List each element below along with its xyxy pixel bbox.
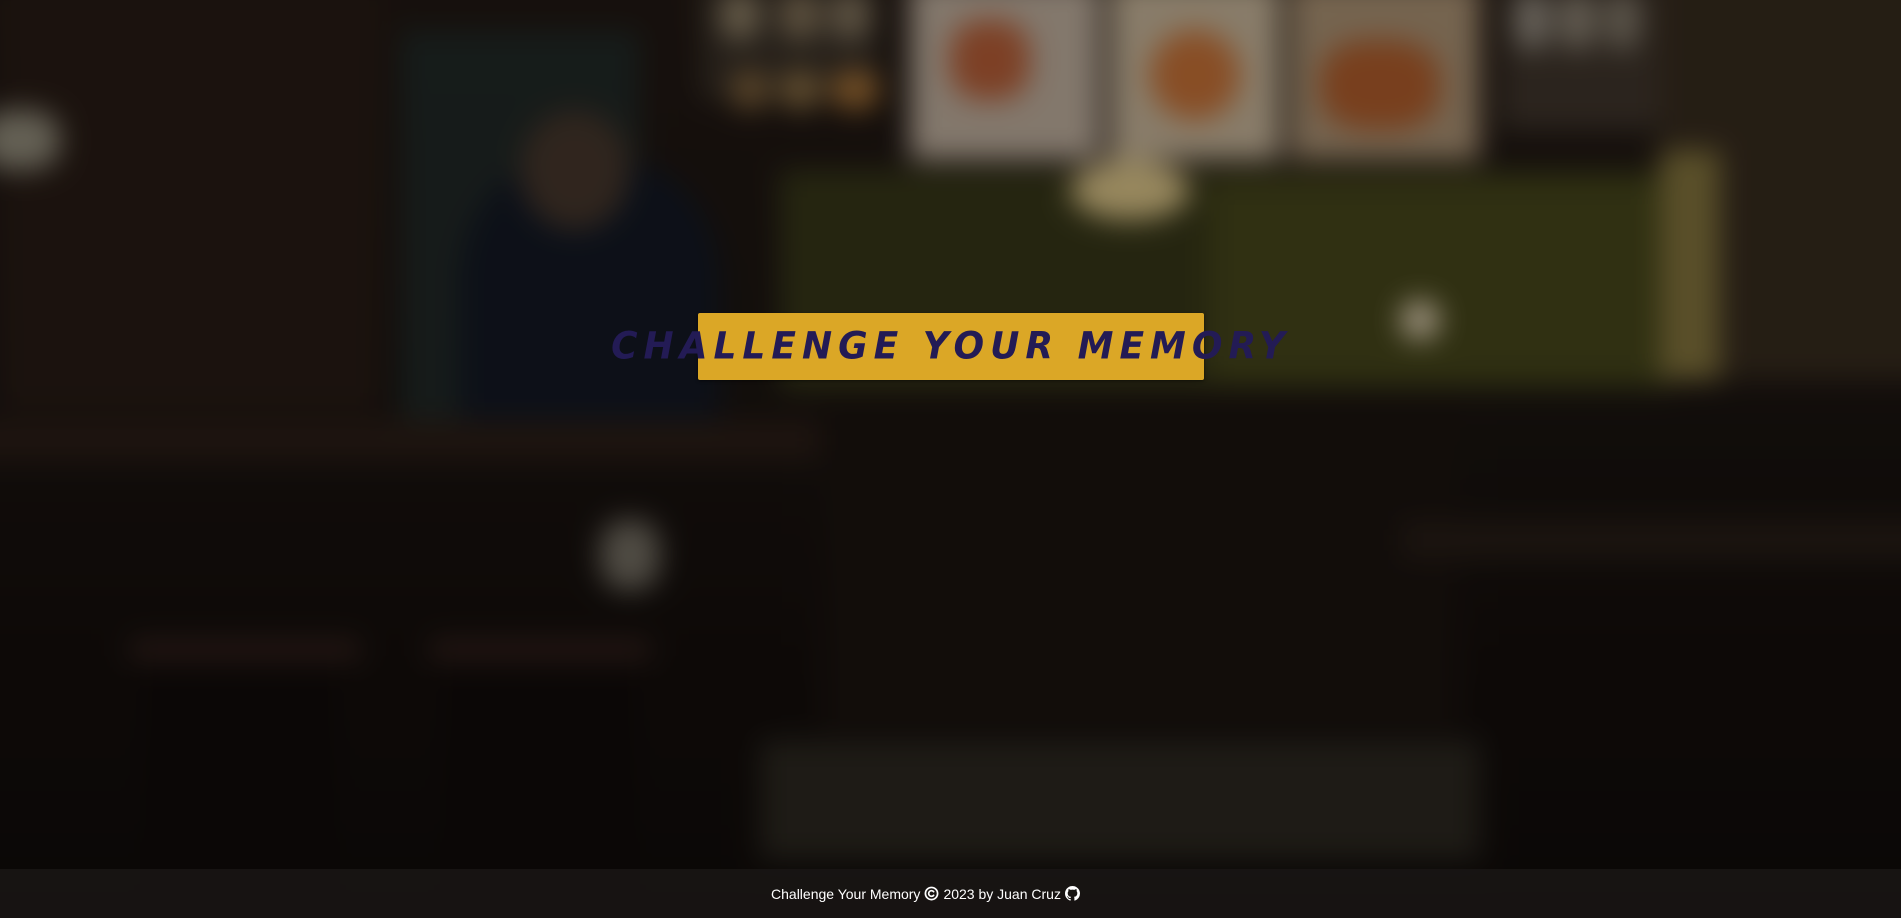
footer-year-author: 2023 by Juan Cruz (943, 885, 1061, 902)
github-icon[interactable] (1064, 886, 1080, 901)
page: Challenge Your Memory Challenge Your Mem… (0, 0, 1901, 918)
page-title: Challenge Your Memory (611, 324, 1291, 369)
footer: Challenge Your Memory 2023 by Juan Cruz (0, 869, 1901, 918)
copyright-icon (924, 886, 939, 901)
footer-app-name: Challenge Your Memory (771, 885, 921, 902)
title-banner: Challenge Your Memory (611, 313, 1285, 380)
background-overlay (0, 0, 1901, 918)
footer-content: Challenge Your Memory 2023 by Juan Cruz (771, 886, 1080, 902)
